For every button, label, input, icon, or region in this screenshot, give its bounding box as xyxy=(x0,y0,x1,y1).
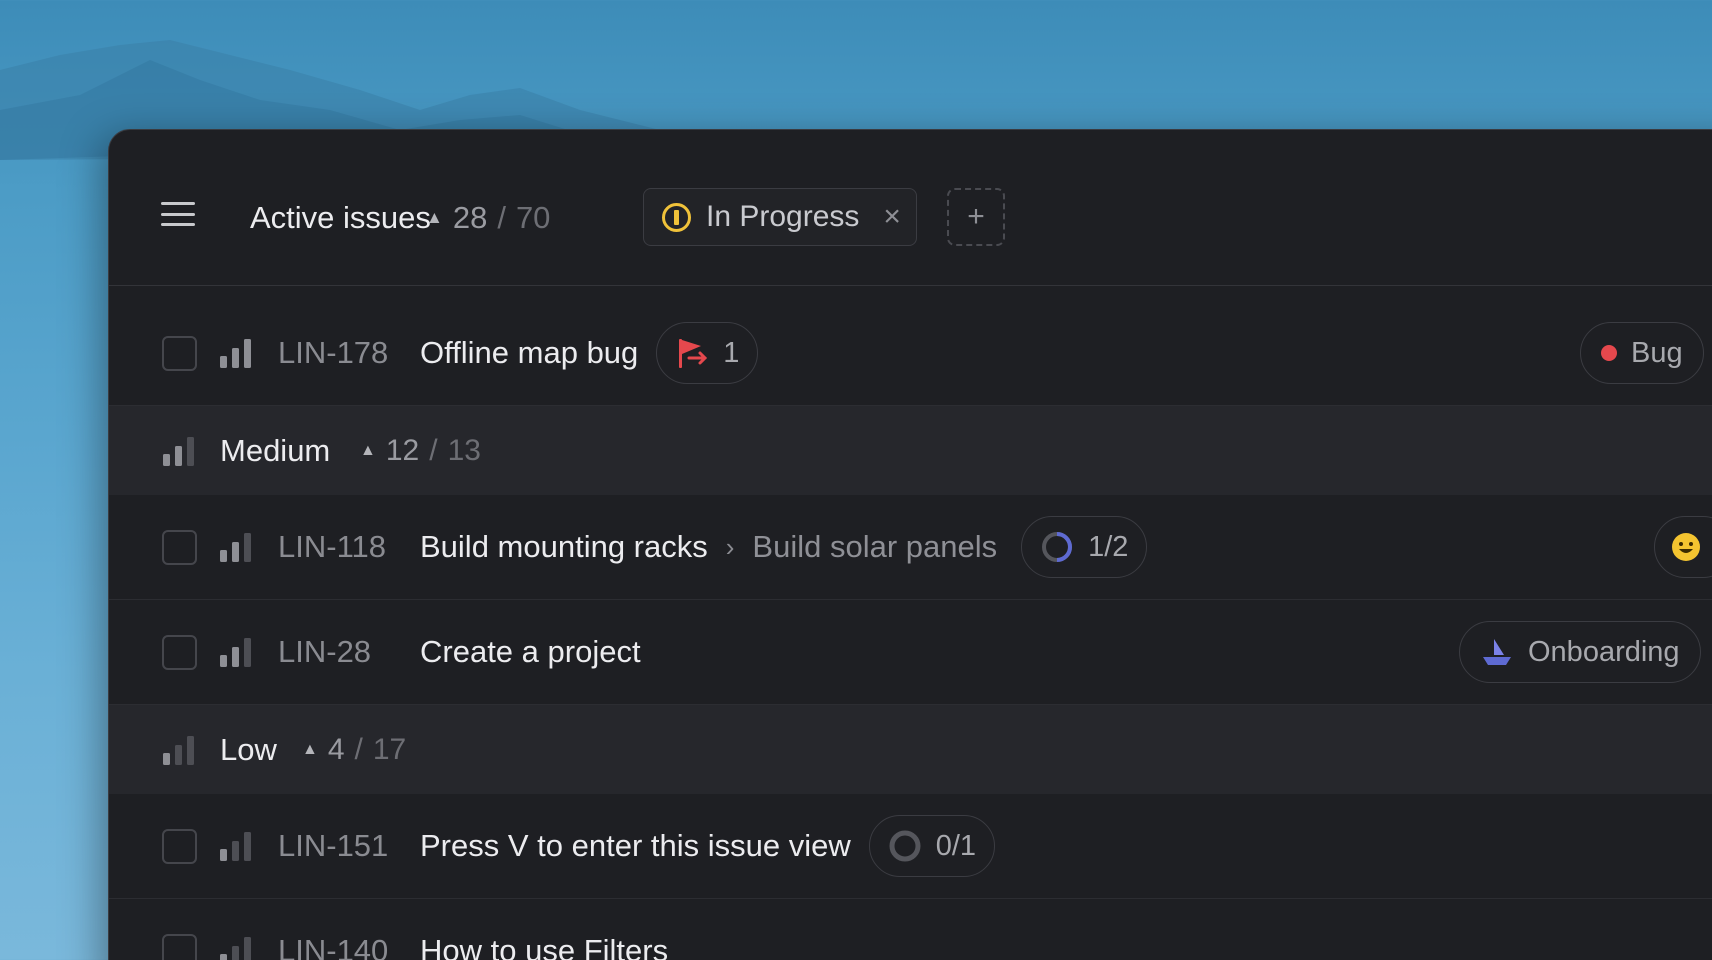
priority-high-icon[interactable] xyxy=(220,338,253,368)
onboarding-boat-icon xyxy=(1483,639,1511,665)
priority-medium-icon xyxy=(163,436,196,466)
table-row[interactable]: LIN-118 Build mounting racks › Build sol… xyxy=(109,495,1712,600)
triangle-icon: ▲ xyxy=(360,441,376,459)
table-row[interactable]: LIN-151 Press V to enter this issue view… xyxy=(109,794,1712,899)
project-onboarding[interactable]: Onboarding xyxy=(1459,621,1701,683)
filter-label: In Progress xyxy=(706,200,860,233)
bug-count-pill[interactable]: 1 xyxy=(656,322,759,384)
pill-value: 1 xyxy=(723,336,740,369)
subissue-progress-pill[interactable]: 0/1 xyxy=(868,815,996,877)
triangle-icon: ▲ xyxy=(302,740,318,758)
project-label-text: Onboarding xyxy=(1528,635,1680,668)
priority-medium-icon[interactable] xyxy=(220,532,253,562)
triangle-icon: ▲ xyxy=(426,208,443,227)
red-dot-icon xyxy=(1601,345,1617,361)
issue-title[interactable]: Build mounting racks › Build solar panel… xyxy=(420,516,1148,578)
issue-title[interactable]: Offline map bug 1 xyxy=(420,322,759,384)
red-flag-icon xyxy=(679,339,708,368)
count-total: 70 xyxy=(515,200,551,235)
assignee-avatar[interactable] xyxy=(1654,516,1712,578)
row-checkbox[interactable] xyxy=(162,335,197,371)
count-total: 17 xyxy=(372,732,407,766)
count-done: 28 xyxy=(452,200,488,235)
empty-ring-icon xyxy=(889,830,921,862)
label-bug[interactable]: Bug xyxy=(1580,322,1704,384)
view-title: Active issues xyxy=(250,200,431,235)
count-done: 12 xyxy=(385,433,420,467)
status-filter-chip[interactable]: In Progress × xyxy=(643,188,917,246)
pill-value: 0/1 xyxy=(935,829,977,862)
group-name: Medium xyxy=(220,432,331,468)
subissue-progress-pill[interactable]: 1/2 xyxy=(1021,516,1148,578)
count-total: 13 xyxy=(447,433,481,467)
row-checkbox[interactable] xyxy=(162,529,197,565)
priority-low-icon[interactable] xyxy=(220,831,253,861)
table-row[interactable]: LIN-28 Create a project Onboarding xyxy=(109,600,1712,705)
label-text: Bug xyxy=(1631,336,1683,369)
count-separator: / xyxy=(354,732,363,766)
pill-value: 1/2 xyxy=(1088,530,1129,563)
chevron-right-icon: › xyxy=(725,531,735,562)
issue-title-text: Press V to enter this issue view xyxy=(420,828,851,863)
issue-id: LIN-118 xyxy=(278,529,386,564)
row-checkbox[interactable] xyxy=(162,634,197,670)
table-row[interactable]: LIN-140 How to use Filters xyxy=(109,899,1712,960)
row-checkbox[interactable] xyxy=(162,828,197,864)
issue-title-text: How to use Filters xyxy=(420,933,669,960)
count-separator: / xyxy=(429,433,438,467)
app-window: Active issues ▲ 28 / 70 In Progress × + … xyxy=(108,129,1712,960)
issue-list: LIN-178 Offline map bug 1 Bug Medium ▲ 1… xyxy=(109,301,1712,960)
group-header-low[interactable]: Low ▲ 4 / 17 xyxy=(109,705,1712,794)
issue-id: LIN-178 xyxy=(278,335,389,370)
add-filter-button[interactable]: + xyxy=(947,188,1005,246)
issue-title-text: Offline map bug xyxy=(420,335,639,370)
parent-issue-link[interactable]: Build solar panels xyxy=(752,529,997,565)
close-icon[interactable]: × xyxy=(883,200,901,234)
table-row[interactable]: LIN-178 Offline map bug 1 Bug xyxy=(109,301,1712,406)
count-separator: / xyxy=(497,200,506,235)
priority-low-icon xyxy=(163,735,196,765)
issue-id: LIN-140 xyxy=(278,933,389,960)
priority-low-icon[interactable] xyxy=(220,936,253,960)
emoji-smile-icon xyxy=(1672,533,1700,561)
priority-medium-icon[interactable] xyxy=(220,637,253,667)
issue-title-text: Create a project xyxy=(420,634,641,669)
group-name: Low xyxy=(220,731,277,767)
group-count: ▲ 12 / 13 xyxy=(360,434,481,468)
issue-id: LIN-151 xyxy=(278,828,389,863)
issue-title-text: Build mounting racks xyxy=(420,529,708,564)
issue-id: LIN-28 xyxy=(278,634,372,669)
row-checkbox[interactable] xyxy=(162,933,197,960)
group-header-medium[interactable]: Medium ▲ 12 / 13 xyxy=(109,406,1712,495)
issue-title[interactable]: Press V to enter this issue view 0/1 xyxy=(420,815,996,877)
count-done: 4 xyxy=(327,732,345,766)
view-header: Active issues ▲ 28 / 70 In Progress × + xyxy=(109,130,1712,286)
issue-title[interactable]: How to use Filters xyxy=(420,933,668,960)
group-count: ▲ 4 / 17 xyxy=(302,733,406,767)
progress-ring-icon xyxy=(1042,532,1073,562)
issue-title[interactable]: Create a project xyxy=(420,634,641,670)
menu-icon[interactable] xyxy=(161,202,195,226)
in-progress-icon xyxy=(662,202,691,232)
issue-count: ▲ 28 / 70 xyxy=(426,200,550,236)
